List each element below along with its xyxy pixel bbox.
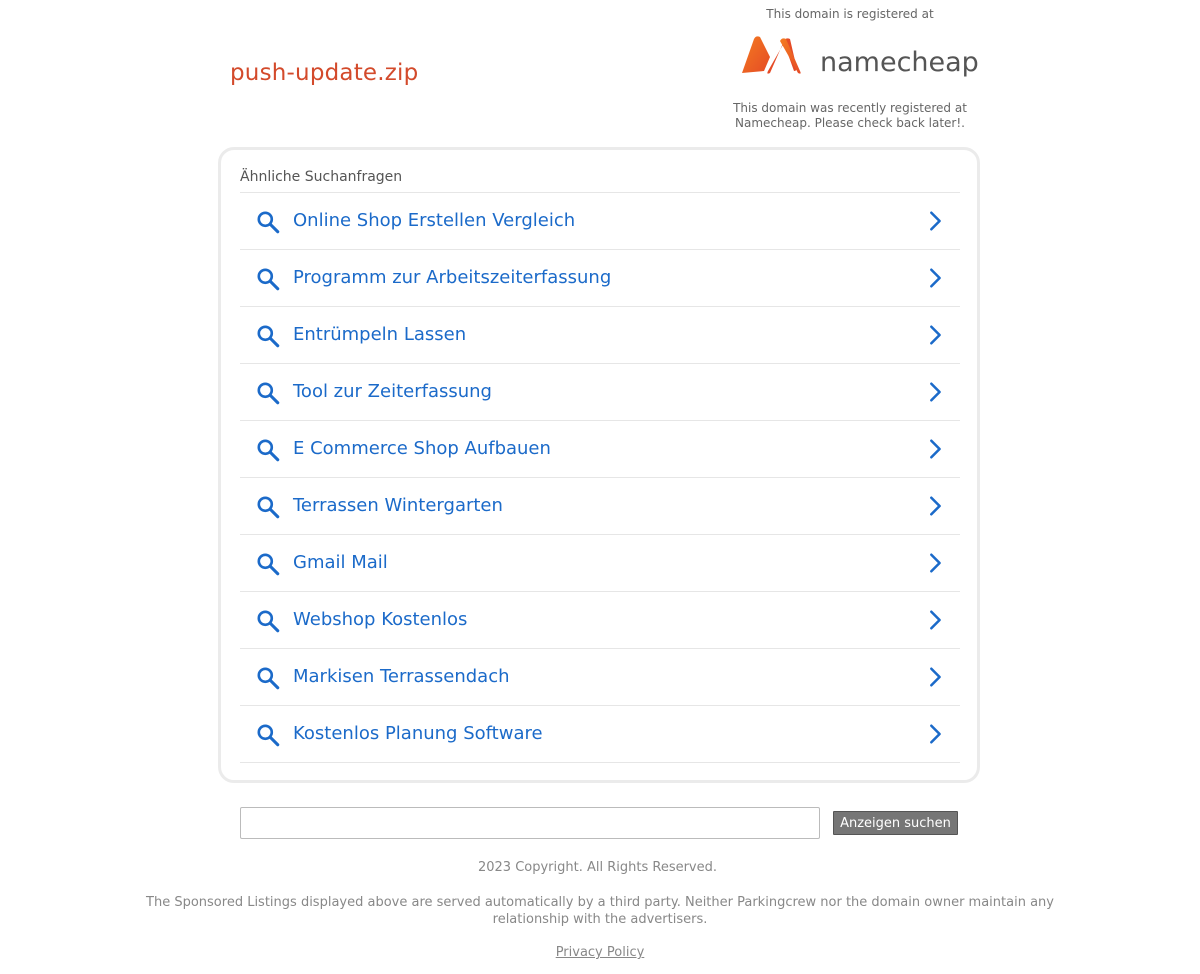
chevron-right-icon	[930, 610, 941, 630]
related-search-label: Entrümpeln Lassen	[293, 324, 467, 345]
ads-search-input[interactable]	[240, 807, 820, 839]
related-search-label: Gmail Mail	[293, 552, 388, 573]
chevron-right-icon	[930, 382, 941, 402]
chevron-right-icon	[930, 496, 941, 516]
registrar-intro-text: This domain is registered at	[766, 7, 934, 21]
related-search-item[interactable]: Markisen Terrassendach	[240, 649, 960, 706]
search-icon	[257, 211, 280, 234]
chevron-right-icon	[930, 553, 941, 573]
search-icon	[257, 439, 280, 462]
related-search-item[interactable]: Online Shop Erstellen Vergleich	[240, 193, 960, 250]
copyright-text: 2023 Copyright. All Rights Reserved.	[477, 860, 718, 875]
related-search-label: Online Shop Erstellen Vergleich	[293, 210, 576, 231]
privacy-policy-link[interactable]: Privacy Policy	[556, 945, 645, 960]
related-search-item[interactable]: Terrassen Wintergarten	[240, 478, 960, 535]
related-search-label: Terrassen Wintergarten	[293, 495, 503, 516]
namecheap-logo[interactable]: namecheap	[720, 25, 980, 95]
search-icon	[257, 553, 280, 576]
related-search-label: Kostenlos Planung Software	[293, 723, 543, 744]
chevron-right-icon	[930, 724, 941, 744]
related-search-item[interactable]: Tool zur Zeiterfassung	[240, 364, 960, 421]
registrar-notice-text: This domain was recently registered at N…	[733, 101, 967, 130]
search-icon	[257, 325, 280, 348]
privacy-footer: Privacy Policy	[0, 945, 1200, 960]
related-search-label: Markisen Terrassendach	[293, 666, 510, 687]
related-search-item[interactable]: Gmail Mail	[240, 535, 960, 592]
registrar-box: This domain is registered at namecheap T…	[720, 0, 980, 131]
search-icon	[257, 667, 280, 690]
related-search-label: Tool zur Zeiterfassung	[293, 381, 492, 402]
related-searches-list: Online Shop Erstellen Vergleich Programm …	[240, 192, 960, 763]
search-icon	[257, 496, 280, 519]
chevron-right-icon	[930, 211, 941, 231]
related-search-item[interactable]: Entrümpeln Lassen	[240, 307, 960, 364]
related-search-label: Programm zur Arbeitszeiterfassung	[293, 267, 612, 288]
chevron-right-icon	[930, 325, 941, 345]
search-ads-button[interactable]: Anzeigen suchen	[833, 811, 958, 835]
search-icon	[257, 268, 280, 291]
disclaimer-text: The Sponsored Listings displayed above a…	[146, 895, 1054, 927]
search-icon	[257, 724, 280, 747]
related-search-item[interactable]: Kostenlos Planung Software	[240, 706, 960, 763]
chevron-right-icon	[930, 268, 941, 288]
chevron-right-icon	[930, 667, 941, 687]
related-search-item[interactable]: Webshop Kostenlos	[240, 592, 960, 649]
domain-title: push-update.zip	[230, 60, 419, 86]
related-search-item[interactable]: E Commerce Shop Aufbauen	[240, 421, 960, 478]
related-search-label: Webshop Kostenlos	[293, 609, 468, 630]
related-search-label: E Commerce Shop Aufbauen	[293, 438, 551, 459]
related-search-item[interactable]: Programm zur Arbeitszeiterfassung	[240, 250, 960, 307]
related-searches-title: Ähnliche Suchanfragen	[240, 169, 403, 185]
search-icon	[257, 382, 280, 405]
chevron-right-icon	[930, 439, 941, 459]
search-icon	[257, 610, 280, 633]
namecheap-logo-text: namecheap	[820, 47, 979, 78]
